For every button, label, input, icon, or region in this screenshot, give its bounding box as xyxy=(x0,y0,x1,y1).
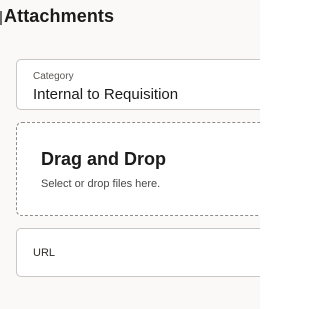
drop-zone-title: Drag and Drop xyxy=(41,149,167,169)
url-input[interactable]: URL xyxy=(16,228,260,277)
section-title: Attachments xyxy=(4,6,115,26)
attachments-panel: Attachments Category Internal to Requisi… xyxy=(0,0,260,309)
section-edge-marker xyxy=(0,11,2,25)
category-select[interactable]: Category Internal to Requisition xyxy=(16,59,260,110)
file-drop-zone[interactable]: Drag and Drop Select or drop files here. xyxy=(16,122,260,216)
category-value: Internal to Requisition xyxy=(33,86,179,103)
drop-zone-hint: Select or drop files here. xyxy=(41,178,161,190)
category-label: Category xyxy=(33,71,74,82)
url-label: URL xyxy=(33,247,56,259)
